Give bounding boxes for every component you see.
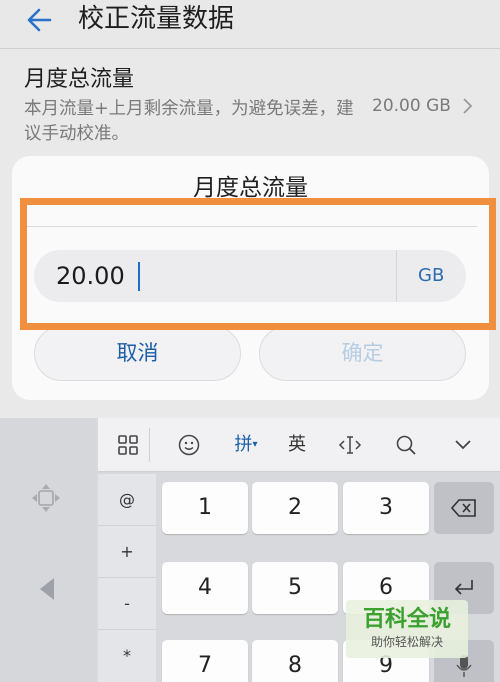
digit-key[interactable]: 2: [252, 482, 338, 534]
cancel-button[interactable]: 取消: [34, 326, 241, 381]
keyboard-toolbar: 拼▾ 英: [98, 418, 500, 472]
digit-key[interactable]: 7: [162, 640, 248, 682]
symbol-column: @ + - *: [98, 474, 156, 682]
chevron-down-icon[interactable]: [453, 438, 473, 452]
toolbar-separator: [149, 428, 150, 462]
digit-key[interactable]: 4: [162, 562, 248, 614]
title-bar: 校正流量数据: [0, 0, 500, 48]
digit-key[interactable]: 3: [343, 482, 429, 534]
move-cursor-icon[interactable]: [30, 482, 62, 514]
symbol-key[interactable]: -: [98, 578, 156, 630]
setting-value: 20.00 GB: [372, 96, 451, 116]
digit-key[interactable]: 1: [162, 482, 248, 534]
watermark-subtitle: 助你轻松解决: [370, 635, 443, 649]
backspace-icon: [451, 499, 476, 517]
search-icon[interactable]: [395, 434, 417, 456]
back-arrow-icon[interactable]: [22, 2, 58, 38]
confirm-button[interactable]: 确定: [259, 326, 466, 381]
chevron-right-icon: [463, 98, 473, 114]
digit-key[interactable]: 8: [252, 640, 338, 682]
annotation-highlight-frame: [20, 198, 496, 330]
watermark-logo: 百科全说 助你轻松解决: [346, 600, 468, 658]
emoji-icon[interactable]: [178, 434, 200, 456]
digit-key[interactable]: 5: [252, 562, 338, 614]
watermark-title: 百科全说: [362, 607, 451, 632]
keyboard-side-panel: [0, 418, 96, 682]
symbol-key[interactable]: @: [98, 474, 156, 526]
symbol-key[interactable]: +: [98, 526, 156, 578]
triangle-back-icon[interactable]: [38, 576, 56, 602]
pinyin-mode-button[interactable]: 拼▾: [231, 432, 261, 458]
pinyin-mode-label: 拼: [234, 434, 253, 455]
monthly-total-setting[interactable]: 月度总流量 本月流量+上月剩余流量，为避免误差，建议手动校准。 20.00 GB: [0, 49, 500, 157]
grid-menu-icon[interactable]: [118, 435, 138, 455]
enter-icon: [454, 580, 473, 595]
english-mode-button[interactable]: 英: [284, 432, 310, 458]
symbol-key[interactable]: *: [98, 630, 156, 682]
backspace-key[interactable]: [434, 482, 494, 534]
text-cursor-move-icon[interactable]: [338, 434, 362, 456]
setting-description: 本月流量+上月剩余流量，为避免误差，建议手动校准。: [24, 99, 354, 144]
page-title: 校正流量数据: [78, 4, 235, 34]
dropdown-caret-icon: ▾: [252, 439, 258, 450]
setting-title: 月度总流量: [24, 67, 135, 92]
